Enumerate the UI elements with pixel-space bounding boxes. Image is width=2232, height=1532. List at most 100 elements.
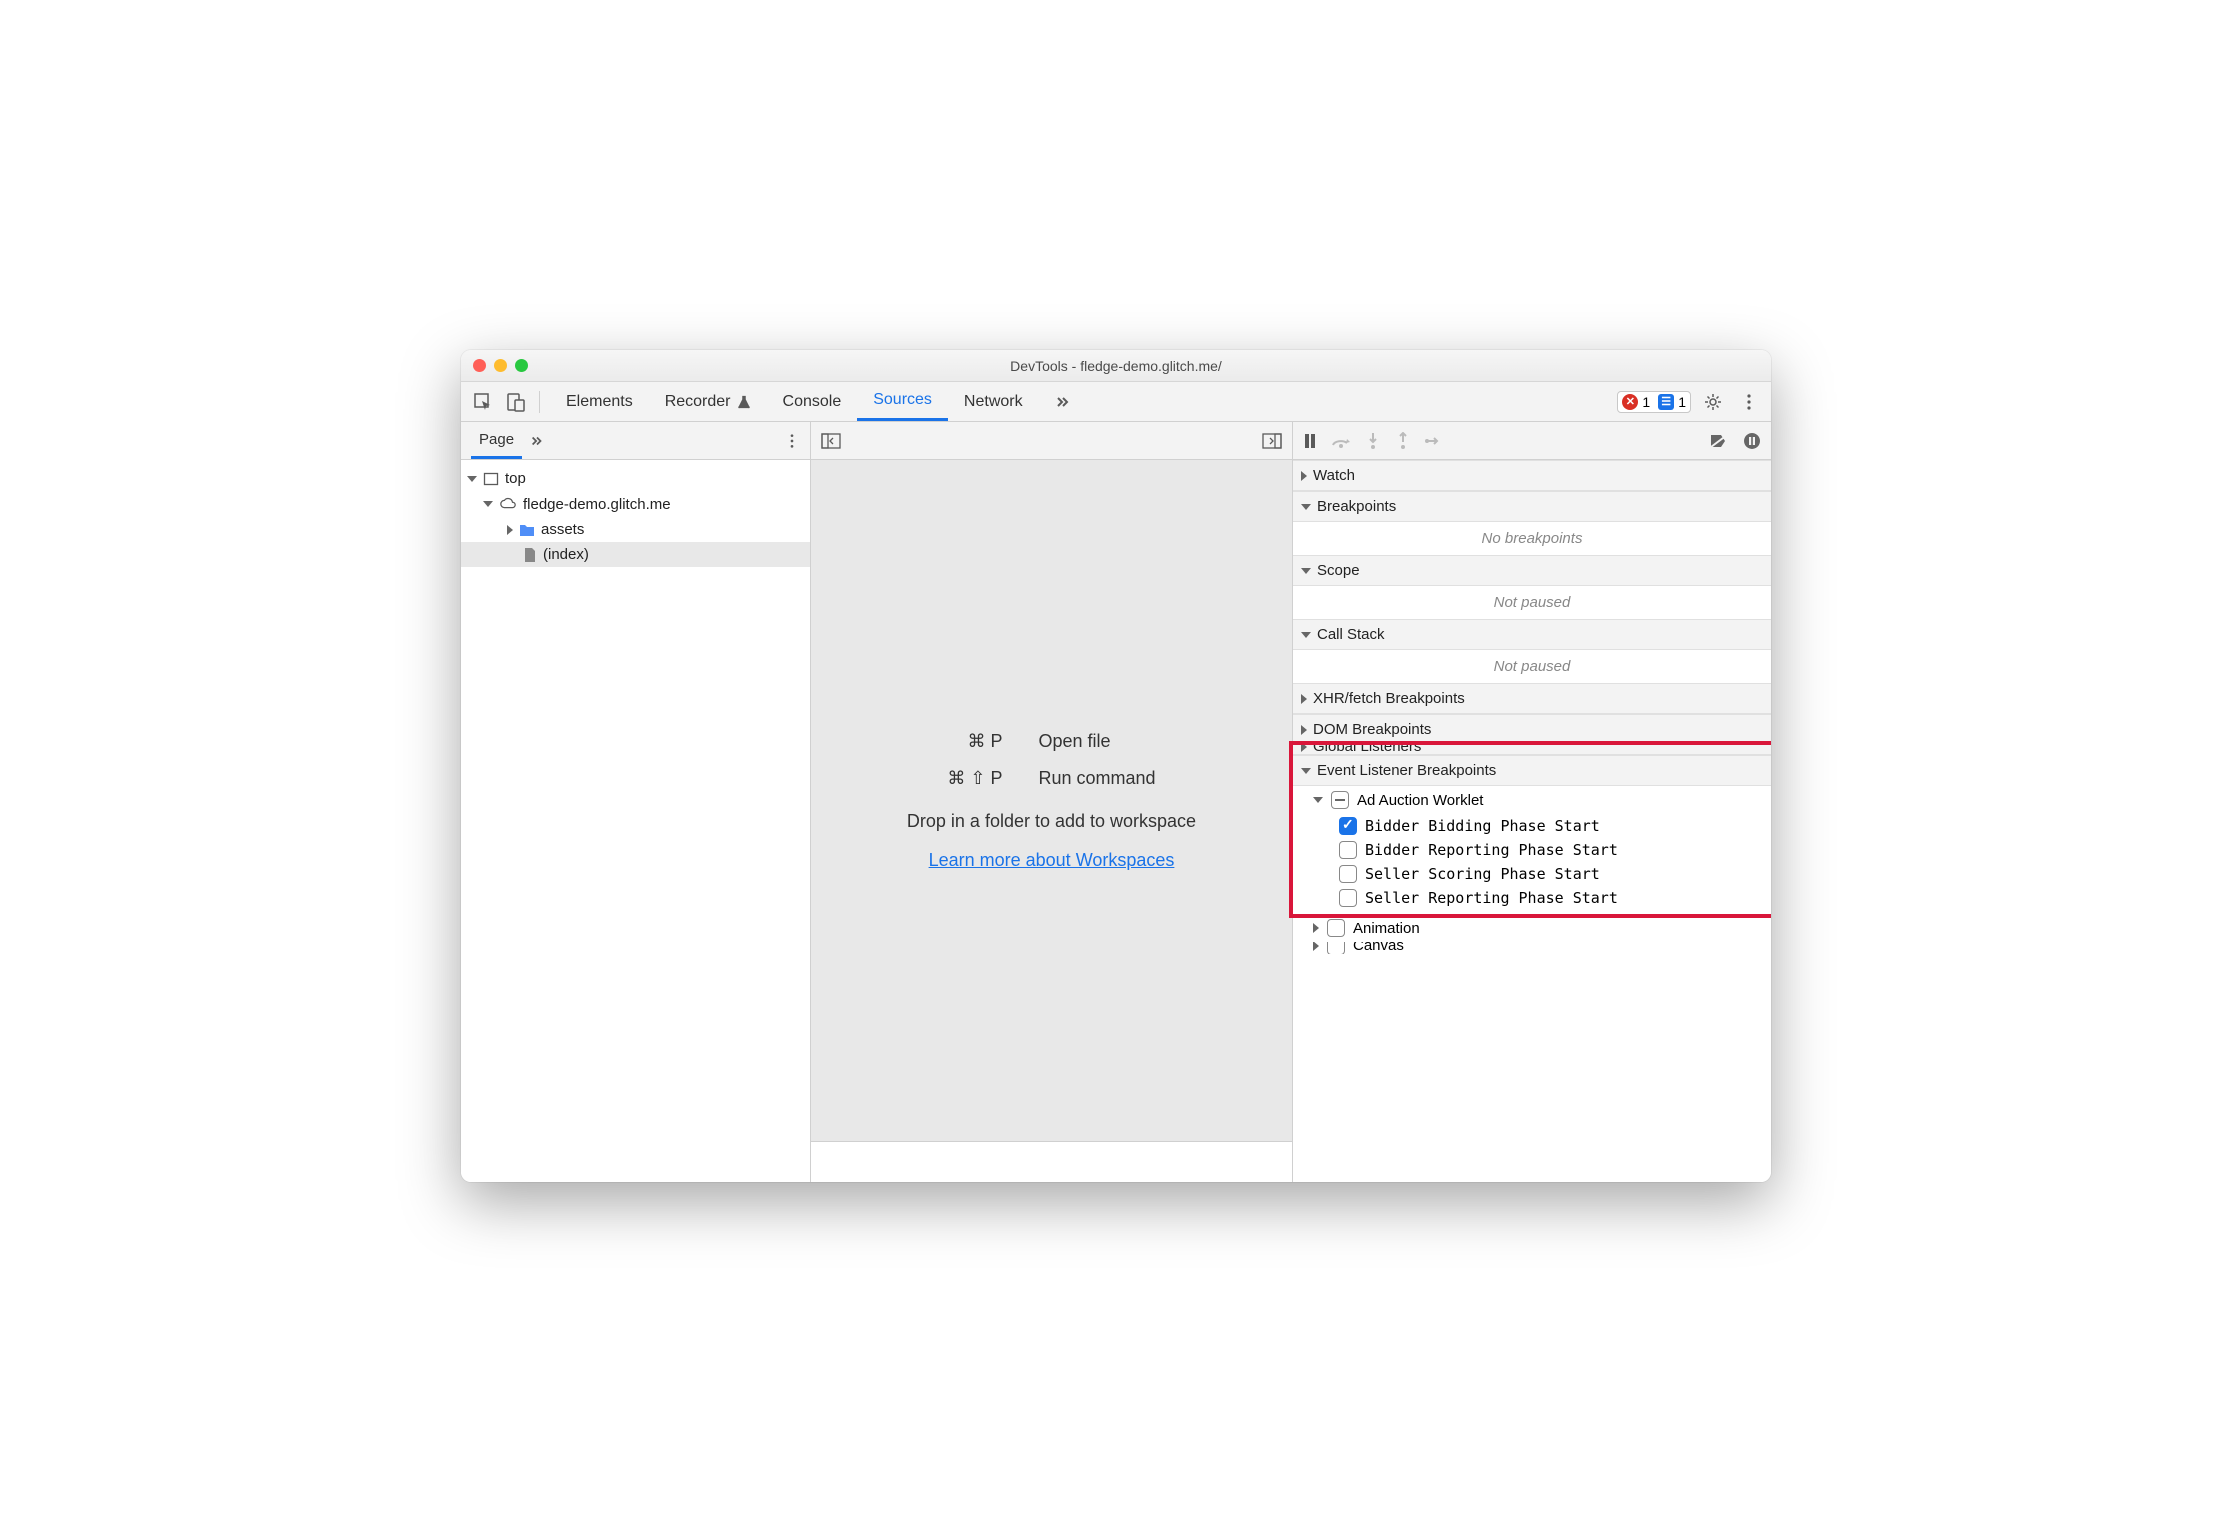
navigator-pane: Page top fledge-demo.glitch.me bbox=[461, 422, 811, 1182]
chevron-right-icon bbox=[1301, 725, 1307, 735]
checkbox[interactable] bbox=[1339, 889, 1357, 907]
pause-exceptions-icon[interactable] bbox=[1743, 432, 1761, 450]
breakpoint-bidder-reporting[interactable]: Bidder Reporting Phase Start bbox=[1293, 838, 1771, 862]
tree-assets-label: assets bbox=[541, 521, 584, 538]
category-ad-auction-worklet[interactable]: Ad Auction Worklet bbox=[1293, 786, 1771, 814]
chevron-down-icon bbox=[483, 501, 493, 507]
kebab-icon bbox=[784, 433, 800, 449]
tab-sources[interactable]: Sources bbox=[857, 382, 948, 421]
sources-content: Page top fledge-demo.glitch.me bbox=[461, 422, 1771, 1182]
panel-right-icon bbox=[1262, 433, 1282, 449]
shortcut-run-key: ⌘ ⇧ P bbox=[947, 768, 1002, 789]
section-global-listeners[interactable]: Global Listeners bbox=[1293, 745, 1771, 755]
console-drawer bbox=[811, 1142, 1292, 1182]
navigator-tabs: Page bbox=[461, 422, 810, 460]
watch-label: Watch bbox=[1313, 467, 1355, 484]
checkbox-checked[interactable] bbox=[1339, 817, 1357, 835]
error-badge[interactable]: ✕ 1 bbox=[1622, 394, 1650, 410]
breakpoint-seller-reporting[interactable]: Seller Reporting Phase Start bbox=[1293, 886, 1771, 910]
chevron-right-icon bbox=[1301, 471, 1307, 481]
step-icon[interactable] bbox=[1425, 433, 1443, 449]
navigator-overflow[interactable] bbox=[522, 422, 552, 459]
toggle-debugger-button[interactable] bbox=[1262, 433, 1282, 449]
category-animation[interactable]: Animation bbox=[1293, 914, 1771, 942]
checkbox-indeterminate[interactable] bbox=[1331, 791, 1349, 809]
workspace-drop-text: Drop in a folder to add to workspace bbox=[907, 811, 1196, 832]
scope-not-paused: Not paused bbox=[1293, 586, 1771, 619]
ad-auction-label: Ad Auction Worklet bbox=[1357, 792, 1483, 809]
flask-icon bbox=[737, 395, 751, 409]
checkbox[interactable] bbox=[1327, 919, 1345, 937]
highlighted-region: Global Listeners Event Listener Breakpoi… bbox=[1289, 741, 1771, 918]
step-into-icon[interactable] bbox=[1365, 432, 1381, 450]
chevron-double-right-icon bbox=[1055, 394, 1071, 410]
section-callstack[interactable]: Call Stack bbox=[1293, 619, 1771, 650]
tab-console[interactable]: Console bbox=[767, 382, 858, 421]
step-over-icon[interactable] bbox=[1331, 433, 1351, 449]
checkbox[interactable] bbox=[1327, 942, 1345, 954]
chevron-down-icon bbox=[1301, 632, 1311, 638]
section-event-listener-breakpoints[interactable]: Event Listener Breakpoints bbox=[1293, 755, 1771, 786]
deactivate-breakpoints-icon[interactable] bbox=[1709, 433, 1729, 449]
error-count: 1 bbox=[1642, 394, 1650, 410]
tabs-overflow[interactable] bbox=[1039, 382, 1087, 421]
tab-recorder[interactable]: Recorder bbox=[649, 382, 767, 421]
tree-index[interactable]: (index) bbox=[461, 542, 810, 567]
editor-toolbar bbox=[811, 422, 1292, 460]
issue-badges[interactable]: ✕ 1 ☰ 1 bbox=[1617, 391, 1691, 413]
panel-tabs: Elements Recorder Console Sources Networ… bbox=[550, 382, 1087, 421]
event-listener-label: Event Listener Breakpoints bbox=[1317, 762, 1496, 779]
checkbox[interactable] bbox=[1339, 865, 1357, 883]
breakpoint-bidder-bidding[interactable]: Bidder Bidding Phase Start bbox=[1293, 814, 1771, 838]
message-count: 1 bbox=[1678, 394, 1686, 410]
chevron-double-right-icon bbox=[530, 434, 544, 448]
separator bbox=[539, 391, 540, 413]
folder-icon bbox=[519, 523, 535, 537]
no-breakpoints-text: No breakpoints bbox=[1293, 522, 1771, 555]
toggle-navigator-button[interactable] bbox=[821, 433, 841, 449]
pause-icon[interactable] bbox=[1303, 433, 1317, 449]
shortcut-run-label: Run command bbox=[1039, 768, 1156, 789]
section-scope[interactable]: Scope bbox=[1293, 555, 1771, 586]
scope-label: Scope bbox=[1317, 562, 1360, 579]
settings-button[interactable] bbox=[1699, 388, 1727, 416]
learn-workspaces-link[interactable]: Learn more about Workspaces bbox=[929, 850, 1175, 871]
category-canvas[interactable]: Canvas bbox=[1293, 942, 1771, 954]
seller-reporting-label: Seller Reporting Phase Start bbox=[1365, 889, 1618, 907]
chevron-down-icon bbox=[467, 476, 477, 482]
tree-top[interactable]: top bbox=[461, 466, 810, 491]
tree-domain[interactable]: fledge-demo.glitch.me bbox=[461, 491, 810, 517]
xhr-label: XHR/fetch Breakpoints bbox=[1313, 690, 1465, 707]
inspect-icon[interactable] bbox=[469, 388, 497, 416]
checkbox[interactable] bbox=[1339, 841, 1357, 859]
chevron-down-icon bbox=[1301, 768, 1311, 774]
tab-elements[interactable]: Elements bbox=[550, 382, 649, 421]
message-icon: ☰ bbox=[1658, 394, 1674, 410]
chevron-right-icon bbox=[1313, 923, 1319, 933]
gear-icon bbox=[1703, 392, 1723, 412]
message-badge[interactable]: ☰ 1 bbox=[1658, 394, 1686, 410]
tab-recorder-label: Recorder bbox=[665, 393, 731, 411]
shortcut-open-key: ⌘ P bbox=[947, 731, 1002, 752]
chevron-down-icon bbox=[1301, 504, 1311, 510]
tab-network[interactable]: Network bbox=[948, 382, 1039, 421]
step-out-icon[interactable] bbox=[1395, 432, 1411, 450]
dom-label: DOM Breakpoints bbox=[1313, 721, 1431, 738]
more-button[interactable] bbox=[1735, 388, 1763, 416]
bidder-reporting-label: Bidder Reporting Phase Start bbox=[1365, 841, 1618, 859]
section-watch[interactable]: Watch bbox=[1293, 460, 1771, 491]
tree-index-label: (index) bbox=[543, 546, 589, 563]
device-toggle-icon[interactable] bbox=[501, 388, 529, 416]
section-xhr[interactable]: XHR/fetch Breakpoints bbox=[1293, 683, 1771, 714]
global-label: Global Listeners bbox=[1313, 745, 1421, 750]
editor-pane: ⌘ P Open file ⌘ ⇧ P Run command Drop in … bbox=[811, 422, 1293, 1182]
navigator-more[interactable] bbox=[784, 433, 800, 449]
breakpoint-seller-scoring[interactable]: Seller Scoring Phase Start bbox=[1293, 862, 1771, 886]
devtools-window: DevTools - fledge-demo.glitch.me/ Elemen… bbox=[461, 350, 1771, 1182]
chevron-right-icon bbox=[1301, 694, 1307, 704]
bidder-bidding-label: Bidder Bidding Phase Start bbox=[1365, 817, 1600, 835]
tree-assets[interactable]: assets bbox=[461, 517, 810, 542]
editor-placeholder: ⌘ P Open file ⌘ ⇧ P Run command Drop in … bbox=[811, 460, 1292, 1142]
section-breakpoints[interactable]: Breakpoints bbox=[1293, 491, 1771, 522]
tab-page[interactable]: Page bbox=[471, 422, 522, 459]
